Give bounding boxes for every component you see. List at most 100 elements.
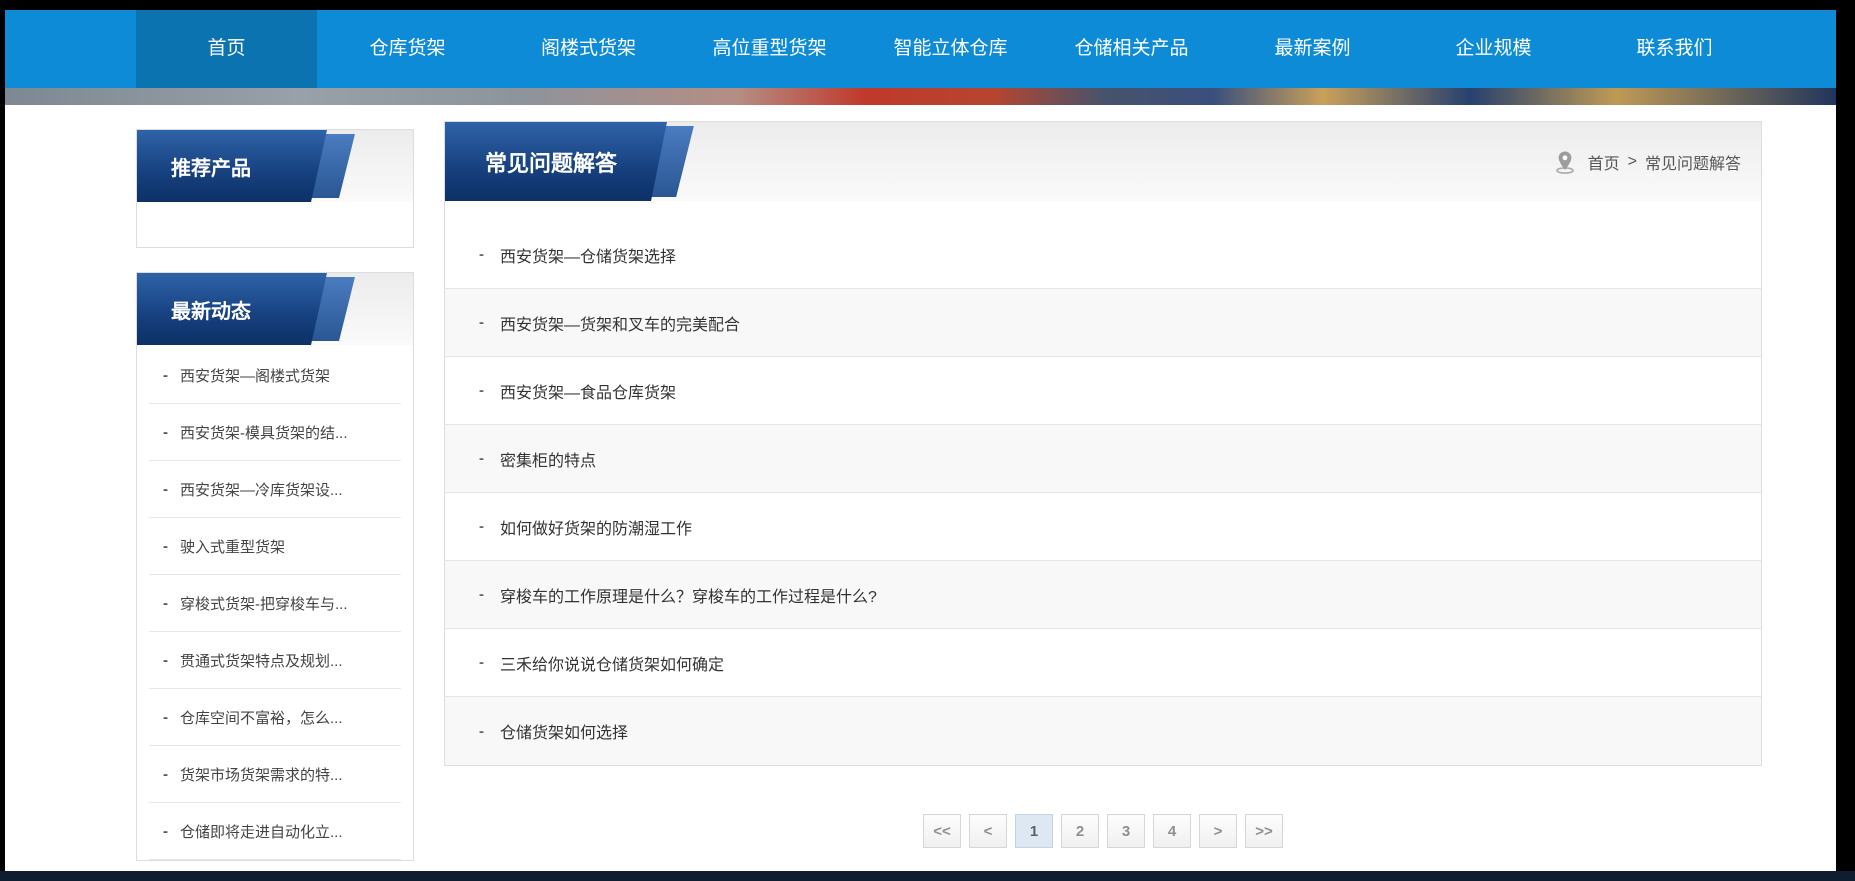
news-item-label: 仓储即将走进自动化立...	[180, 821, 343, 842]
faq-panel-header: 常见问题解答 首页 > 常见问题解答	[445, 122, 1761, 201]
news-list-item[interactable]: - 贯通式货架特点及规划...	[149, 632, 401, 689]
pagination-button-label: 2	[1076, 823, 1084, 840]
pagination: <<<1234>>>	[444, 814, 1762, 848]
dash-bullet-icon: -	[479, 654, 484, 671]
breadcrumb: 首页 > 常见问题解答	[1552, 149, 1741, 175]
faq-item-label: 密集柜的特点	[500, 447, 596, 471]
faq-list-item[interactable]: - 密集柜的特点	[445, 425, 1761, 493]
nav-item[interactable]: 联系我们	[1584, 10, 1765, 88]
site-frame: 首页 仓库货架 阁楼式货架 高位重型货架 智能立体仓库 仓储相关产品 最新案例 企业规模 联系我…	[5, 10, 1836, 881]
pagination-button[interactable]: >	[1199, 814, 1237, 848]
sidebar: 推荐产品 最新动态 - 西安货架—阁楼式货架 - 西安货架-模具货架的结... …	[136, 105, 414, 861]
breadcrumb-separator: >	[1628, 153, 1637, 171]
news-item-label: 西安货架—冷库货架设...	[180, 479, 343, 500]
news-list-item[interactable]: - 仓储即将走进自动化立...	[149, 803, 401, 860]
faq-list-item[interactable]: - 仓储货架如何选择	[445, 697, 1761, 765]
news-item-label: 西安货架—阁楼式货架	[180, 365, 330, 386]
main-column: 常见问题解答 首页 > 常见问题解答	[444, 105, 1762, 848]
nav-item[interactable]: 仓储相关产品	[1041, 10, 1222, 88]
news-list-item[interactable]: - 西安货架—阁楼式货架	[149, 347, 401, 404]
news-list-item[interactable]: - 西安货架—冷库货架设...	[149, 461, 401, 518]
latest-news-panel: 最新动态 - 西安货架—阁楼式货架 - 西安货架-模具货架的结... - 西安货…	[136, 272, 414, 861]
nav-item-label: 仓库货架	[369, 38, 445, 59]
pagination-button-label: 4	[1168, 823, 1176, 840]
faq-item-label: 西安货架—货架和叉车的完美配合	[500, 311, 740, 335]
news-item-label: 货架市场货架需求的特...	[180, 764, 343, 785]
pagination-button[interactable]: 3	[1107, 814, 1145, 848]
dash-bullet-icon: -	[163, 481, 168, 498]
nav-item-label: 联系我们	[1636, 38, 1712, 59]
latest-news-header: 最新动态	[137, 273, 413, 345]
breadcrumb-current-page: 常见问题解答	[1645, 150, 1741, 174]
faq-item-label: 西安货架—仓储货架选择	[500, 243, 676, 267]
nav-item-label: 最新案例	[1274, 38, 1350, 59]
nav-item[interactable]: 最新案例	[1222, 10, 1403, 88]
faq-list-item[interactable]: - 西安货架—货架和叉车的完美配合	[445, 289, 1761, 357]
panel-title-text: 推荐产品	[171, 152, 251, 181]
nav-item[interactable]: 阁楼式货架	[498, 10, 679, 88]
pagination-button-label: 3	[1122, 823, 1130, 840]
news-list-item[interactable]: - 驶入式重型货架	[149, 518, 401, 575]
faq-panel-title: 常见问题解答	[445, 122, 667, 201]
nav-item-label: 高位重型货架	[712, 38, 826, 59]
pagination-button[interactable]: 1	[1015, 814, 1053, 848]
faq-panel: 常见问题解答 首页 > 常见问题解答	[444, 121, 1762, 766]
nav-item[interactable]: 仓库货架	[317, 10, 498, 88]
dash-bullet-icon: -	[163, 538, 168, 555]
panel-title-text: 常见问题解答	[485, 146, 617, 178]
news-list-item[interactable]: - 仓库空间不富裕，怎么...	[149, 689, 401, 746]
nav-item-label: 企业规模	[1455, 38, 1531, 59]
dash-bullet-icon: -	[163, 595, 168, 612]
pagination-button[interactable]: 2	[1061, 814, 1099, 848]
faq-list-item[interactable]: - 三禾给你说说仓储货架如何确定	[445, 629, 1761, 697]
pagination-button[interactable]: 4	[1153, 814, 1191, 848]
news-item-label: 仓库空间不富裕，怎么...	[180, 707, 343, 728]
faq-item-label: 如何做好货架的防潮湿工作	[500, 515, 692, 539]
faq-list-item[interactable]: - 穿梭车的工作原理是什么？穿梭车的工作过程是什么?	[445, 561, 1761, 629]
hero-banner-image	[5, 88, 1836, 105]
news-item-label: 驶入式重型货架	[180, 536, 285, 557]
panel-title-text: 最新动态	[171, 295, 251, 324]
dash-bullet-icon: -	[163, 766, 168, 783]
breadcrumb-home-link[interactable]: 首页	[1588, 150, 1620, 174]
dash-bullet-icon: -	[479, 518, 484, 535]
faq-item-label: 穿梭车的工作原理是什么？穿梭车的工作过程是什么?	[500, 583, 877, 607]
footer-bar	[0, 871, 1855, 881]
faq-list-item[interactable]: - 西安货架—食品仓库货架	[445, 357, 1761, 425]
pagination-button[interactable]: <<	[923, 814, 961, 848]
pagination-button-label: 1	[1030, 823, 1038, 840]
faq-list-item[interactable]: - 如何做好货架的防潮湿工作	[445, 493, 1761, 561]
nav-items: 首页 仓库货架 阁楼式货架 高位重型货架 智能立体仓库 仓储相关产品 最新案例 企业规模 联系我…	[136, 10, 1765, 88]
pagination-button[interactable]: >>	[1245, 814, 1283, 848]
latest-news-title: 最新动态	[137, 273, 327, 345]
latest-news-list: - 西安货架—阁楼式货架 - 西安货架-模具货架的结... - 西安货架—冷库货…	[137, 345, 413, 860]
news-list-item[interactable]: - 货架市场货架需求的特...	[149, 746, 401, 803]
nav-item[interactable]: 首页	[136, 10, 317, 88]
content-area: 推荐产品 最新动态 - 西安货架—阁楼式货架 - 西安货架-模具货架的结... …	[5, 105, 1836, 861]
news-list-item[interactable]: - 穿梭式货架-把穿梭车与...	[149, 575, 401, 632]
news-list-item[interactable]: - 西安货架-模具货架的结...	[149, 404, 401, 461]
nav-item[interactable]: 智能立体仓库	[860, 10, 1041, 88]
dash-bullet-icon: -	[479, 314, 484, 331]
faq-list: - 西安货架—仓储货架选择 - 西安货架—货架和叉车的完美配合 - 西安货架—食…	[445, 201, 1761, 765]
dash-bullet-icon: -	[163, 652, 168, 669]
dash-bullet-icon: -	[163, 367, 168, 384]
dash-bullet-icon: -	[479, 450, 484, 467]
faq-list-item[interactable]: - 西安货架—仓储货架选择	[445, 221, 1761, 289]
recommended-products-title: 推荐产品	[137, 130, 327, 202]
dash-bullet-icon: -	[163, 424, 168, 441]
nav-item[interactable]: 高位重型货架	[679, 10, 860, 88]
nav-item-label: 阁楼式货架	[541, 38, 636, 59]
pagination-button-label: <	[984, 823, 993, 840]
dash-bullet-icon: -	[479, 586, 484, 603]
pagination-button-label: <<	[933, 823, 951, 840]
dash-bullet-icon: -	[163, 823, 168, 840]
faq-item-label: 西安货架—食品仓库货架	[500, 379, 676, 403]
pagination-button[interactable]: <	[969, 814, 1007, 848]
recommended-products-header: 推荐产品	[137, 130, 413, 202]
location-pin-icon	[1552, 149, 1578, 175]
main-nav: 首页 仓库货架 阁楼式货架 高位重型货架 智能立体仓库 仓储相关产品 最新案例 企业规模 联系我…	[5, 10, 1836, 88]
nav-item-label: 智能立体仓库	[893, 38, 1007, 59]
dash-bullet-icon: -	[479, 382, 484, 399]
nav-item[interactable]: 企业规模	[1403, 10, 1584, 88]
